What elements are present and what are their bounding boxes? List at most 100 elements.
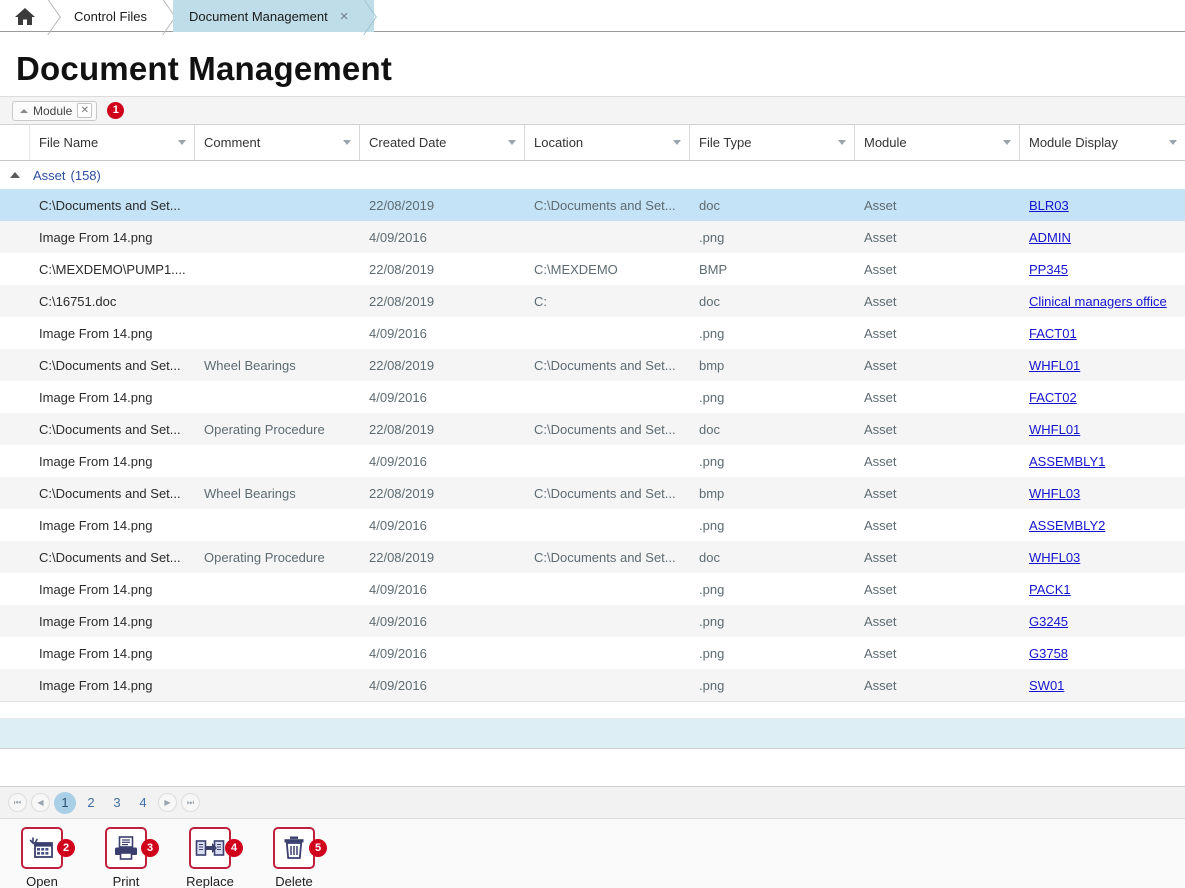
pager-next-button[interactable]: ▶ <box>158 793 177 812</box>
table-row[interactable]: Image From 14.png 4/09/2016 .png Asset SW01 <box>0 669 1185 701</box>
cell-comment <box>195 669 360 701</box>
home-icon <box>14 7 36 26</box>
cell-module-display[interactable]: ASSEMBLY2 <box>1020 509 1185 541</box>
cell-file-type: doc <box>699 421 720 437</box>
table-row[interactable]: C:\MEXDEMO\PUMP1.... 22/08/2019 C:\MEXDEMO… <box>0 253 1185 285</box>
cell-location: C:\Documents and Set... <box>534 549 676 565</box>
table-row[interactable]: Image From 14.png 4/09/2016 .png Asset ASSEM… <box>0 445 1185 477</box>
column-header-module[interactable]: Module <box>855 125 1020 160</box>
table-row[interactable]: Image From 14.png 4/09/2016 .png Asset ASSEM… <box>0 509 1185 541</box>
cell-module-display[interactable]: SW01 <box>1020 669 1185 701</box>
chevron-down-icon[interactable] <box>1003 140 1011 145</box>
pager-last-button[interactable]: ⏭ <box>181 793 200 812</box>
cell-module-display[interactable]: G3758 <box>1020 637 1185 669</box>
module-display-link[interactable]: PACK1 <box>1029 582 1071 597</box>
column-header-comment[interactable]: Comment <box>195 125 360 160</box>
module-display-link[interactable]: ADMIN <box>1029 230 1071 245</box>
column-header-label: File Name <box>39 135 99 150</box>
pager-page-1[interactable]: 1 <box>54 791 76 814</box>
module-display-link[interactable]: WHFL03 <box>1029 486 1080 501</box>
table-row[interactable]: C:\Documents and Set... Wheel Bearings 22/… <box>0 349 1185 381</box>
module-display-link[interactable]: SW01 <box>1029 678 1064 693</box>
cell-created-date: 22/08/2019 <box>369 293 435 309</box>
cell-module: Asset <box>864 293 897 309</box>
cell-file-type: doc <box>699 293 720 309</box>
table-row[interactable]: Image From 14.png 4/09/2016 .png Asset PACK1 <box>0 573 1185 605</box>
module-display-link[interactable]: FACT01 <box>1029 326 1077 341</box>
pager-prev-button[interactable]: ◀ <box>31 793 50 812</box>
cell-module-display[interactable]: WHFL03 <box>1020 541 1185 573</box>
module-display-link[interactable]: G3758 <box>1029 646 1068 661</box>
table-row[interactable]: C:\Documents and Set... 22/08/2019 C:\Docu… <box>0 189 1185 221</box>
cell-file-type: .png <box>699 517 725 533</box>
cell-location <box>525 509 690 541</box>
delete-button[interactable]: Delete 5 <box>264 827 327 888</box>
cell-module-display[interactable]: PACK1 <box>1020 573 1185 605</box>
cell-module-display[interactable]: BLR03 <box>1020 189 1185 221</box>
cell-module-display[interactable]: WHFL01 <box>1020 349 1185 381</box>
column-header-location[interactable]: Location <box>525 125 690 160</box>
table-row[interactable]: C:\Documents and Set... Wheel Bearings 22/… <box>0 477 1185 509</box>
cell-module-display[interactable]: FACT01 <box>1020 317 1185 349</box>
chevron-down-icon[interactable] <box>838 140 846 145</box>
pager-page-2[interactable]: 2 <box>80 792 102 814</box>
group-expander[interactable] <box>0 172 30 178</box>
chevron-down-icon[interactable] <box>178 140 186 145</box>
cell-module-display[interactable]: WHFL01 <box>1020 413 1185 445</box>
cell-module: Asset <box>864 453 897 469</box>
pager-page-4[interactable]: 4 <box>132 792 154 814</box>
table-row[interactable]: Image From 14.png 4/09/2016 .png Asset ADMIN <box>0 221 1185 253</box>
table-row[interactable]: Image From 14.png 4/09/2016 .png Asset FACT0… <box>0 317 1185 349</box>
cell-module-display[interactable]: ASSEMBLY1 <box>1020 445 1185 477</box>
breadcrumb-home[interactable] <box>0 0 58 32</box>
module-display-link[interactable]: G3245 <box>1029 614 1068 629</box>
module-display-link[interactable]: PP345 <box>1029 262 1068 277</box>
table-row[interactable]: Image From 14.png 4/09/2016 .png Asset FACT0… <box>0 381 1185 413</box>
chevron-down-icon[interactable] <box>343 140 351 145</box>
module-display-link[interactable]: ASSEMBLY2 <box>1029 518 1105 533</box>
cell-created-date: 4/09/2016 <box>369 581 427 597</box>
cell-module-display[interactable]: FACT02 <box>1020 381 1185 413</box>
chevron-down-icon[interactable] <box>1169 140 1177 145</box>
group-chip-module[interactable]: Module ✕ <box>12 100 98 121</box>
table-row[interactable]: Image From 14.png 4/09/2016 .png Asset G3758 <box>0 637 1185 669</box>
step-badge-4: 4 <box>225 839 243 857</box>
module-display-link[interactable]: Clinical managers office <box>1029 294 1167 309</box>
cell-module-display[interactable]: Clinical managers office <box>1020 285 1185 317</box>
close-icon[interactable]: × <box>340 9 349 24</box>
column-header-module-display[interactable]: Module Display <box>1020 125 1185 160</box>
cell-module-display[interactable]: WHFL03 <box>1020 477 1185 509</box>
step-badge-1: 1 <box>107 102 125 119</box>
cell-module-display[interactable]: PP345 <box>1020 253 1185 285</box>
pager-page-3[interactable]: 3 <box>106 792 128 814</box>
module-display-link[interactable]: BLR03 <box>1029 198 1069 213</box>
module-display-link[interactable]: ASSEMBLY1 <box>1029 454 1105 469</box>
column-header-file-name[interactable]: File Name <box>30 125 195 160</box>
table-row[interactable]: C:\16751.doc 22/08/2019 C: doc Asset Clinical… <box>0 285 1185 317</box>
module-display-link[interactable]: FACT02 <box>1029 390 1077 405</box>
print-button[interactable]: Print 3 <box>96 827 159 888</box>
module-display-link[interactable]: WHFL01 <box>1029 358 1080 373</box>
module-display-link[interactable]: WHFL01 <box>1029 422 1080 437</box>
breadcrumb-item-control-files[interactable]: Control Files <box>58 0 173 32</box>
column-header-file-type[interactable]: File Type <box>690 125 855 160</box>
grid-gutter <box>0 125 30 160</box>
column-header-created-date[interactable]: Created Date <box>360 125 525 160</box>
cell-module-display[interactable]: ADMIN <box>1020 221 1185 253</box>
close-icon[interactable]: ✕ <box>77 103 93 118</box>
row-gutter <box>0 349 30 381</box>
breadcrumb-item-document-management[interactable]: Document Management × <box>172 0 375 32</box>
chevron-down-icon[interactable] <box>673 140 681 145</box>
cell-module-display[interactable]: G3245 <box>1020 605 1185 637</box>
group-row-asset[interactable]: Asset (158) <box>0 161 1185 189</box>
table-row[interactable]: C:\Documents and Set... Operating Procedu… <box>0 413 1185 445</box>
group-row-label: Asset <box>33 167 66 183</box>
table-row[interactable]: Image From 14.png 4/09/2016 .png Asset G3245 <box>0 605 1185 637</box>
replace-button[interactable]: Replace 4 <box>180 827 243 888</box>
cell-file-type: .png <box>699 645 725 661</box>
chevron-down-icon[interactable] <box>508 140 516 145</box>
table-row[interactable]: C:\Documents and Set... Operating Procedu… <box>0 541 1185 573</box>
module-display-link[interactable]: WHFL03 <box>1029 550 1080 565</box>
open-button[interactable]: Open 2 <box>12 827 75 888</box>
pager-first-button[interactable]: ⏮ <box>8 793 27 812</box>
